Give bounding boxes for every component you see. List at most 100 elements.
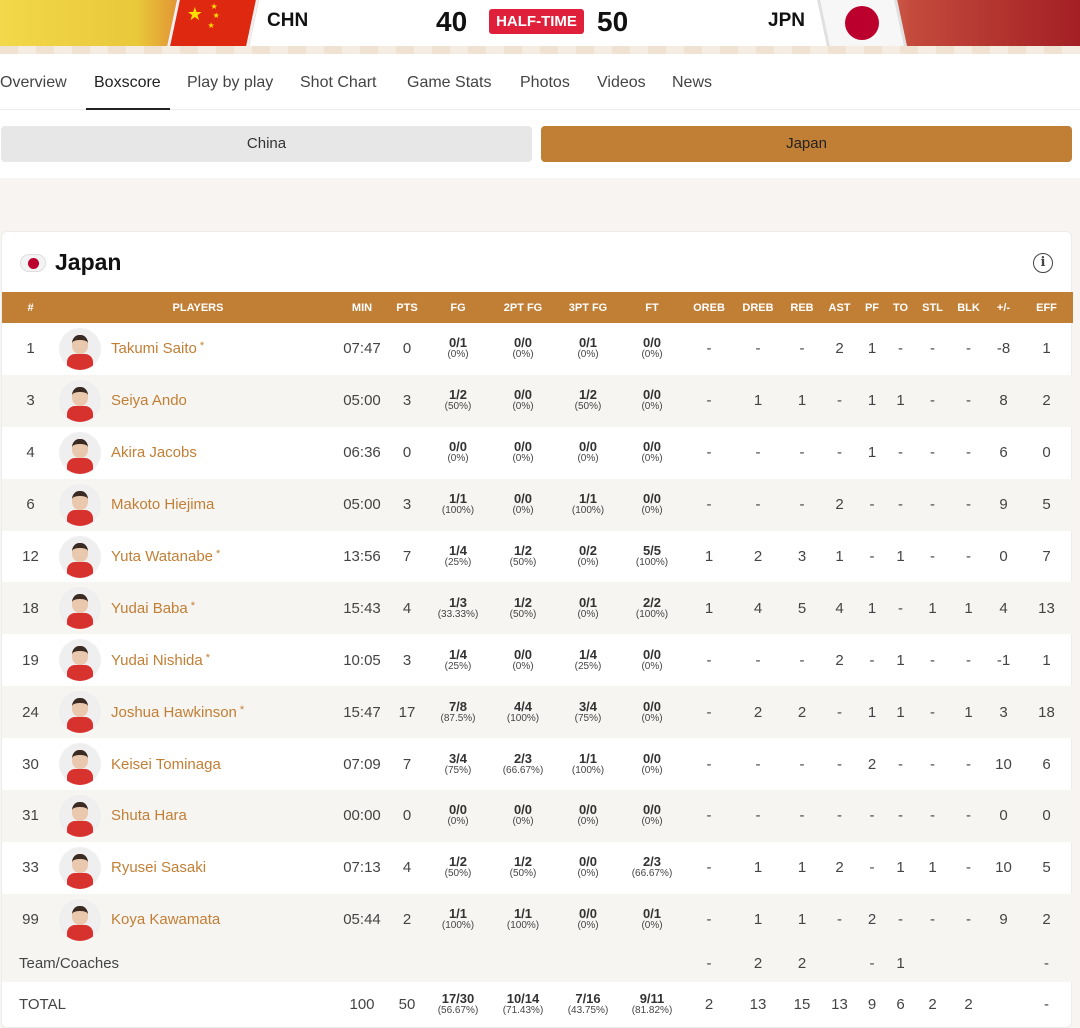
player-row[interactable]: 1 Takumi Saito * 07:47 0 0/1 (0%) 0/0 (0%) 0/1 (0%… <box>2 323 1073 375</box>
player-name-link[interactable]: Keisei Tominaga <box>111 756 221 773</box>
tab-play-by-play[interactable]: Play by play <box>187 74 273 92</box>
player-avatar[interactable] <box>59 639 101 682</box>
player-avatar[interactable] <box>59 846 101 889</box>
col-header-pf[interactable]: PF <box>858 292 886 323</box>
player-min: 10:05 <box>343 651 381 669</box>
player-row[interactable]: 4 Akira Jacobs 06:36 0 0/0 (0%) 0/0 (0%) 0/0 (0%)… <box>2 427 1073 479</box>
player-name-link[interactable]: Koya Kawamata <box>111 911 220 928</box>
player-pts: 3 <box>387 374 427 427</box>
col-header-2pt-fg[interactable]: 2PT FG <box>489 292 557 323</box>
player-avatar[interactable] <box>59 691 101 734</box>
player-fg: 1/3 (33.33%) <box>427 582 489 635</box>
player-fg-pct: (75%) <box>444 764 472 776</box>
col-header-blk[interactable]: BLK <box>950 292 987 323</box>
player-row[interactable]: 19 Yudai Nishida * 10:05 3 1/4 (25%) 0/0 (0%) 1/4… <box>2 634 1073 686</box>
tab-game-stats[interactable]: Game Stats <box>407 74 491 92</box>
player-3pt-fg: 0/0 (0%) <box>557 427 619 479</box>
col-header-ft[interactable]: FT <box>619 292 685 323</box>
col-header-to[interactable]: TO <box>886 292 915 323</box>
tab-boxscore[interactable]: Boxscore <box>94 74 161 92</box>
col-header-min[interactable]: MIN <box>337 292 387 323</box>
player-name-link[interactable]: Makoto Hiejima <box>111 496 214 513</box>
player-fg: 0/0 (0%) <box>427 790 489 842</box>
col-header-reb[interactable]: REB <box>783 292 821 323</box>
player-avatar[interactable] <box>59 898 101 941</box>
player-avatar[interactable] <box>59 379 101 422</box>
info-icon[interactable]: i <box>1033 253 1053 273</box>
col-header-fg[interactable]: FG <box>427 292 489 323</box>
starter-marker: * <box>205 651 211 664</box>
player-name-link[interactable]: Ryusei Sasaki <box>111 859 206 876</box>
player-row[interactable]: 24 Joshua Hawkinson * 15:47 17 7/8 (87.5%) 4/4(… <box>2 686 1073 739</box>
player-pf: 1 <box>858 582 886 635</box>
japan-team-button[interactable]: Japan <box>541 126 1072 162</box>
player-row[interactable]: 18 Yudai Baba * 15:43 4 1/3 (33.33%) 1/2 (50%) 0/… <box>2 582 1073 635</box>
player-name-link[interactable]: Yuta Watanabe * <box>111 548 220 565</box>
header-stripe <box>0 46 1080 54</box>
tab-videos[interactable]: Videos <box>597 74 646 92</box>
player-avatar[interactable] <box>59 535 101 578</box>
player-name: Keisei Tominaga <box>111 755 221 773</box>
player-name-link[interactable]: Joshua Hawkinson * <box>111 704 244 721</box>
player-fg-made: 1/4 <box>448 543 468 558</box>
tab-photos[interactable]: Photos <box>520 74 570 92</box>
player-name-link[interactable]: Akira Jacobs <box>111 444 197 461</box>
col-header-3pt-fg[interactable]: 3PT FG <box>557 292 619 323</box>
col-header-pts[interactable]: PTS <box>387 292 427 323</box>
player-row[interactable]: 6 Makoto Hiejima 05:00 3 1/1 (100%) 0/0 (0%) 1/1… <box>2 478 1073 531</box>
player-avatar[interactable] <box>59 327 101 370</box>
tab-news[interactable]: News <box>672 74 712 92</box>
player-ast: 2 <box>835 340 844 358</box>
player-row[interactable]: 33 Ryusei Sasaki 07:13 4 1/2 (50%) 1/2 (50%) 0/0… <box>2 842 1073 894</box>
col-header-dreb[interactable]: DREB <box>733 292 783 323</box>
player-to: - <box>898 444 903 462</box>
tab-overview[interactable]: Overview <box>0 74 67 92</box>
player-dreb: - <box>733 790 783 842</box>
col-header-oreb[interactable]: OREB <box>685 292 733 323</box>
player-fg-pct: (50%) <box>444 868 472 880</box>
player-row[interactable]: 31 Shuta Hara 00:00 0 0/0 (0%) 0/0 (0%) 0/0 (0%) 0… <box>2 790 1073 842</box>
player-fg: 1/2 (50%) <box>427 374 489 427</box>
player-3pt-fg: 0/0 (0%) <box>557 790 619 842</box>
player-fg-pct: (33.33%) <box>437 608 479 620</box>
player-avatar[interactable] <box>59 431 101 474</box>
tab-shot-chart[interactable]: Shot Chart <box>300 74 376 92</box>
player-avatar[interactable] <box>59 794 101 837</box>
player-avatar[interactable] <box>59 743 101 786</box>
col-header-stl[interactable]: STL <box>915 292 950 323</box>
player-ft-pct: (0%) <box>641 401 663 413</box>
player-name-link[interactable]: Shuta Hara <box>111 807 187 824</box>
player-row[interactable]: 99 Koya Kawamata 05:44 2 1/1 (100%) 1/1 (100%) 0… <box>2 893 1073 946</box>
total-2pt-pct: (71.43%) <box>502 1005 544 1017</box>
col-header-ast[interactable]: AST <box>821 292 858 323</box>
player-ast: - <box>837 755 842 773</box>
player-row[interactable]: 3 Seiya Ando 05:00 3 1/2 (50%) 0/0 (0%) 1/2 (50%)… <box>2 374 1073 427</box>
player-name-link[interactable]: Yudai Nishida * <box>111 652 210 669</box>
starter-marker: * <box>199 340 205 353</box>
player-pf: - <box>858 478 886 531</box>
player-eff: 0 <box>1042 444 1051 462</box>
player-name-link[interactable]: Seiya Ando <box>111 392 187 409</box>
col-header-plus-minus[interactable]: +/- <box>987 292 1020 323</box>
player-avatar[interactable] <box>59 483 101 526</box>
total-ft-pct: (81.82%) <box>631 1005 673 1017</box>
player-avatar[interactable] <box>59 587 101 630</box>
player-name-link[interactable]: Takumi Saito * <box>111 340 204 357</box>
col-header-eff[interactable]: EFF <box>1020 292 1073 323</box>
total-3pt-fg: 7/16 (43.75%) <box>557 982 619 1028</box>
player-eff: 0 <box>1020 790 1073 842</box>
player-row[interactable]: 12 Yuta Watanabe * 13:56 7 1/4 (25%) 1/2 (50%) 0/… <box>2 531 1073 583</box>
away-team-code[interactable]: JPN <box>768 10 805 32</box>
player-oreb: - <box>706 444 712 462</box>
home-team-code[interactable]: CHN <box>267 10 308 32</box>
player-3pt-fg-made: 1/4 <box>578 646 598 662</box>
player-fg: 1/4 (25%) <box>427 531 489 583</box>
player-2pt-fg: 2/3 (66.67%) <box>489 738 557 790</box>
player-reb: 1 <box>783 893 821 946</box>
player-pf: - <box>858 790 886 842</box>
player-row[interactable]: 30 Keisei Tominaga 07:09 7 3/4 (75%) 2/3 (66.67… <box>2 738 1073 790</box>
china-team-button[interactable]: China <box>1 126 532 162</box>
player-number: 33 <box>22 859 39 877</box>
player-name-link[interactable]: Yudai Baba * <box>111 600 195 617</box>
player-2pt-fg-made: 2/3 <box>513 750 533 766</box>
